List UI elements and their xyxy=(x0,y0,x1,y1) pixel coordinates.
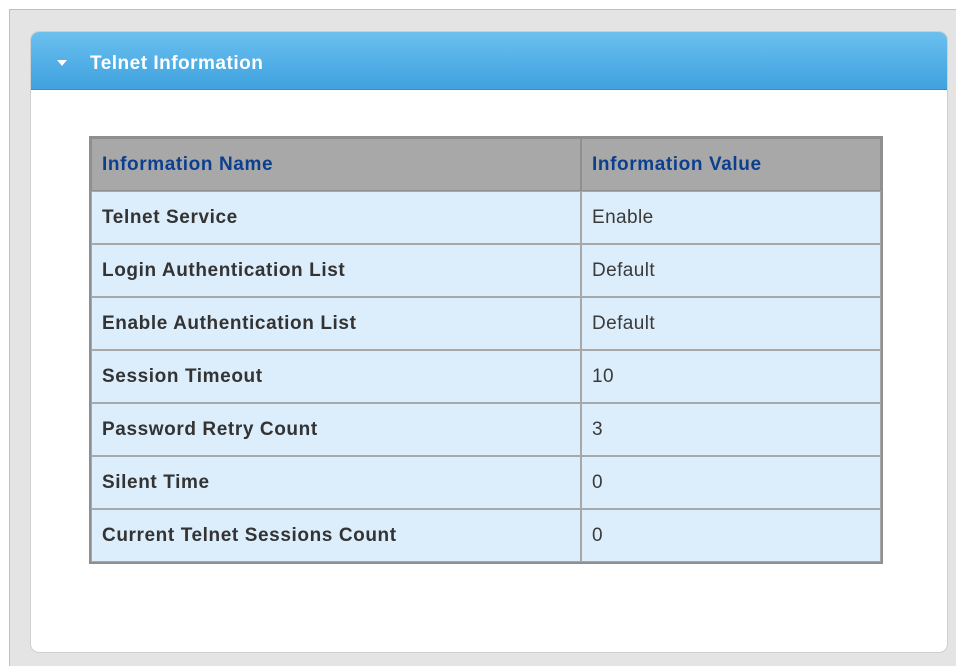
row-value-login-authentication-list: Default xyxy=(581,244,881,297)
triangle-down-icon[interactable] xyxy=(57,60,67,66)
row-name-current-telnet-sessions-count: Current Telnet Sessions Count xyxy=(91,509,581,562)
content-area: Telnet Information Information Name Info… xyxy=(9,9,956,666)
row-value-telnet-service: Enable xyxy=(581,191,881,244)
table-row: Password Retry Count 3 xyxy=(91,403,881,456)
table-row: Telnet Service Enable xyxy=(91,191,881,244)
table-row: Current Telnet Sessions Count 0 xyxy=(91,509,881,562)
row-value-current-telnet-sessions-count: 0 xyxy=(581,509,881,562)
column-header-information-name: Information Name xyxy=(91,138,581,191)
table-row: Session Timeout 10 xyxy=(91,350,881,403)
row-name-telnet-service: Telnet Service xyxy=(91,191,581,244)
panel-header[interactable]: Telnet Information xyxy=(31,32,947,90)
table-header-row: Information Name Information Value xyxy=(91,138,881,191)
row-value-enable-authentication-list: Default xyxy=(581,297,881,350)
telnet-information-table: Information Name Information Value Telne… xyxy=(89,136,883,564)
row-name-login-authentication-list: Login Authentication List xyxy=(91,244,581,297)
panel-title: Telnet Information xyxy=(90,53,264,74)
column-header-information-value: Information Value xyxy=(581,138,881,191)
row-value-session-timeout: 10 xyxy=(581,350,881,403)
row-value-silent-time: 0 xyxy=(581,456,881,509)
row-name-enable-authentication-list: Enable Authentication List xyxy=(91,297,581,350)
table-row: Silent Time 0 xyxy=(91,456,881,509)
row-name-silent-time: Silent Time xyxy=(91,456,581,509)
table-row: Login Authentication List Default xyxy=(91,244,881,297)
row-name-session-timeout: Session Timeout xyxy=(91,350,581,403)
row-value-password-retry-count: 3 xyxy=(581,403,881,456)
table-row: Enable Authentication List Default xyxy=(91,297,881,350)
row-name-password-retry-count: Password Retry Count xyxy=(91,403,581,456)
